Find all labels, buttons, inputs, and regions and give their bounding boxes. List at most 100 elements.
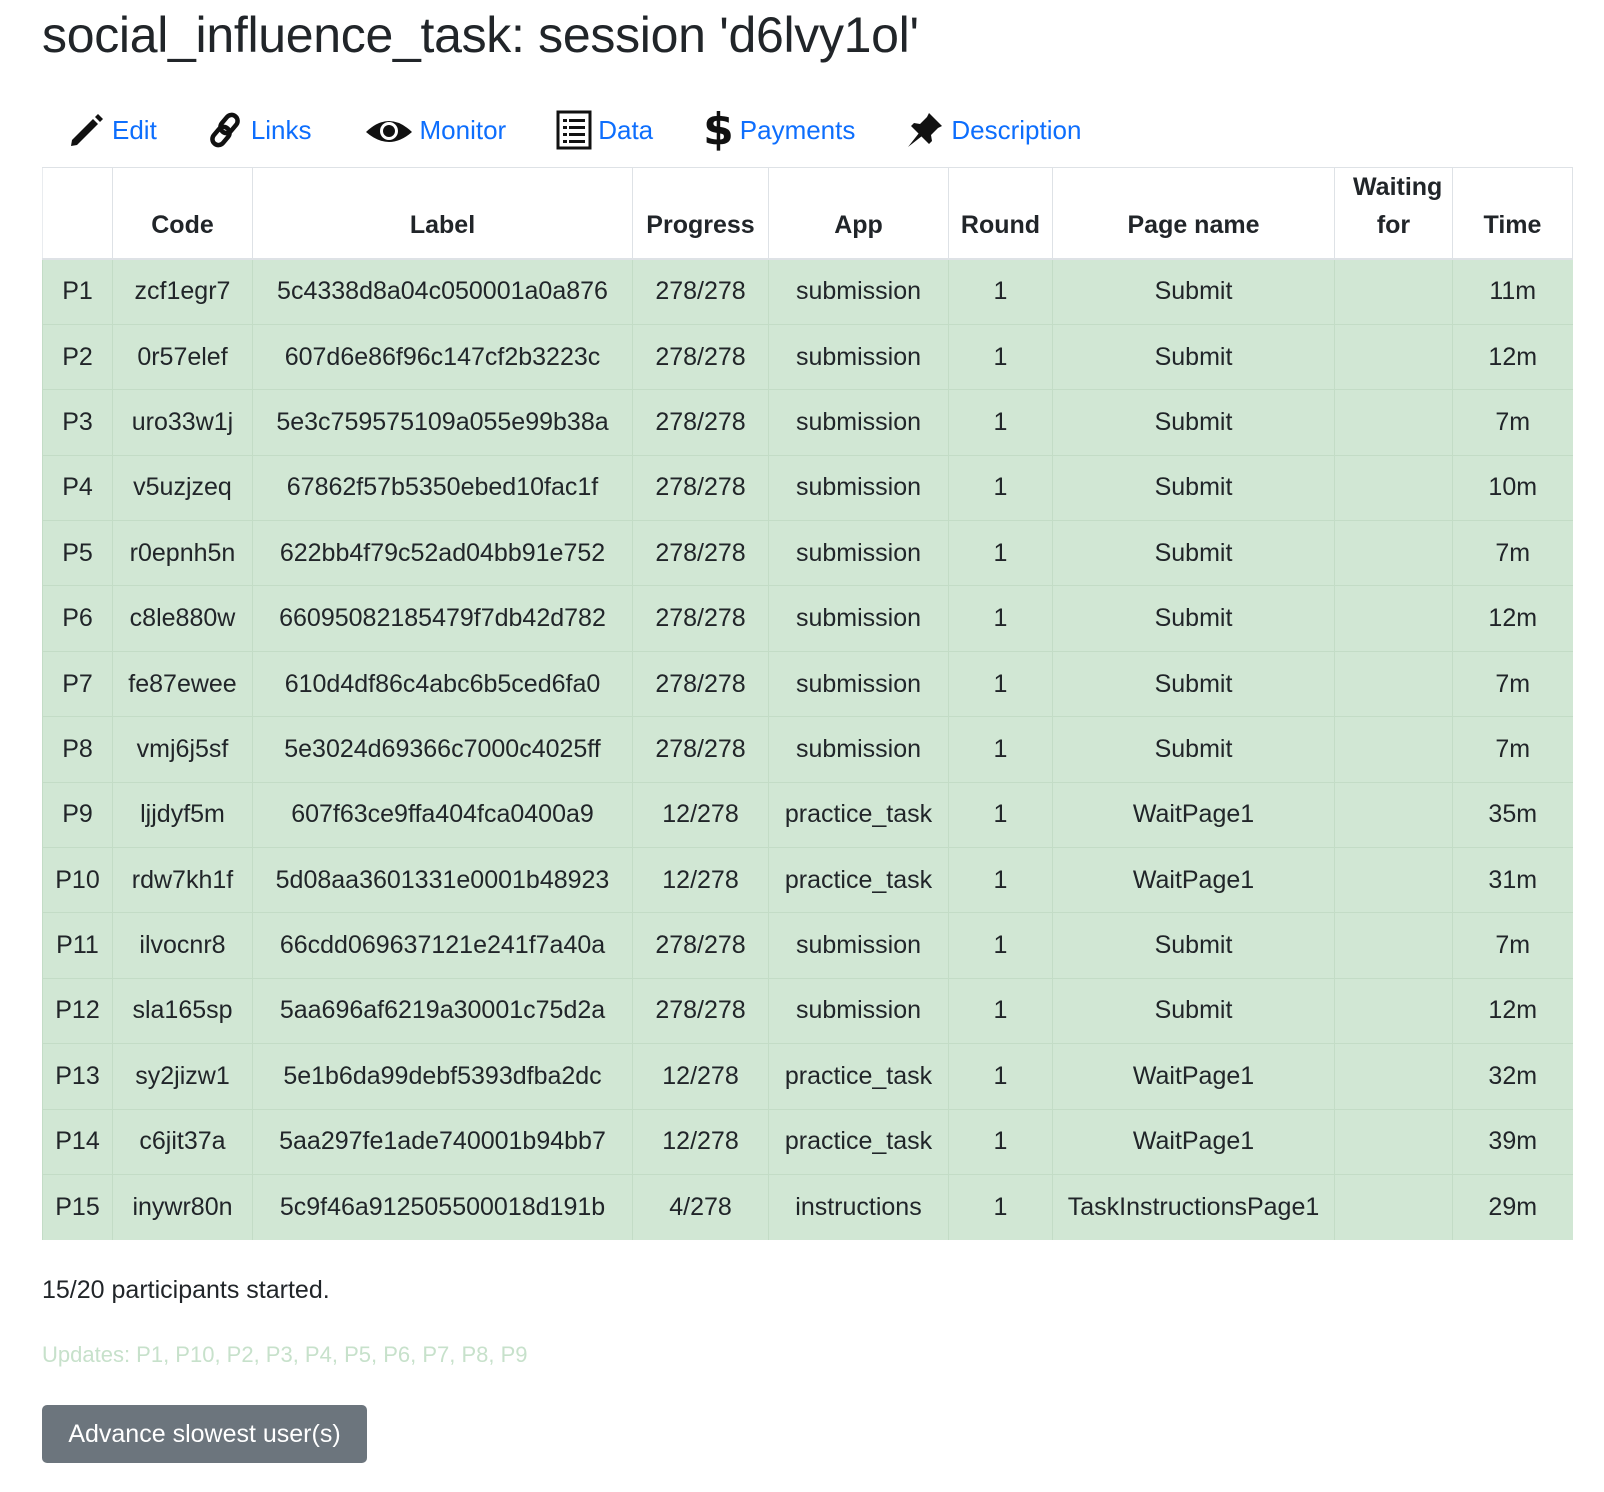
cell-round: 1 <box>948 651 1053 718</box>
cell-app: practice_task <box>768 1109 949 1175</box>
cell-participant-id: P14 <box>42 1109 113 1175</box>
cell-time: 29m <box>1452 1174 1573 1240</box>
cell-time: 10m <box>1452 455 1573 522</box>
table-row: P3 uro33w1j 5e3c759575109a055e99b38a 278/27… <box>42 389 1573 456</box>
table-row: P11 ilvocnr8 66cdd069637121e241f7a40a 278/2… <box>42 912 1573 979</box>
cell-waiting-for <box>1334 1109 1453 1175</box>
cell-page-name: Submit <box>1052 520 1335 587</box>
cell-app: submission <box>768 324 949 391</box>
cell-app: submission <box>768 978 949 1045</box>
cell-waiting-for <box>1334 585 1453 652</box>
cell-page-name: WaitPage1 <box>1052 1109 1335 1175</box>
cell-waiting-for <box>1334 389 1453 456</box>
cell-round: 1 <box>948 324 1053 391</box>
cell-participant-id: P2 <box>42 324 113 391</box>
cell-time: 7m <box>1452 716 1573 783</box>
cell-participant-id: P8 <box>42 716 113 783</box>
nav-payments[interactable]: $ Payments <box>703 104 855 155</box>
cell-round: 1 <box>948 1174 1053 1240</box>
table-row: P14 c6jit37a 5aa297fe1ade740001b94bb7 12/27… <box>42 1109 1573 1175</box>
cell-code: c6jit37a <box>112 1109 253 1175</box>
cell-page-name: Submit <box>1052 259 1335 325</box>
cell-code: ljjdyf5m <box>112 782 253 849</box>
cell-label: 607d6e86f96c147cf2b3223c <box>252 324 633 391</box>
nav-description-label: Description <box>951 114 1082 145</box>
cell-time: 12m <box>1452 585 1573 652</box>
cell-time: 7m <box>1452 389 1573 456</box>
cell-progress: 278/278 <box>632 259 769 325</box>
nav-monitor[interactable]: Monitor <box>364 110 506 150</box>
nav-edit[interactable]: Edit <box>66 110 157 150</box>
cell-progress: 12/278 <box>632 782 769 849</box>
cell-time: 7m <box>1452 651 1573 718</box>
cell-code: sy2jizw1 <box>112 1043 253 1110</box>
cell-page-name: WaitPage1 <box>1052 847 1335 914</box>
cell-code: fe87ewee <box>112 651 253 718</box>
cell-progress: 12/278 <box>632 847 769 914</box>
cell-waiting-for <box>1334 782 1453 849</box>
page-title: social_influence_task: session 'd6lvy1ol… <box>42 7 919 63</box>
cell-progress: 4/278 <box>632 1174 769 1240</box>
table-row: P12 sla165sp 5aa696af6219a30001c75d2a 278/2… <box>42 978 1573 1045</box>
cell-label: 66cdd069637121e241f7a40a <box>252 912 633 979</box>
cell-waiting-for <box>1334 324 1453 391</box>
cell-label: 66095082185479f7db42d782 <box>252 585 633 652</box>
table-row: P1 zcf1egr7 5c4338d8a04c050001a0a876 278/27… <box>42 259 1573 325</box>
advance-slowest-users-button[interactable]: Advance slowest user(s) <box>42 1405 367 1463</box>
table-header-row: Code Label Progress App Round Page name … <box>42 167 1573 260</box>
cell-page-name: WaitPage1 <box>1052 782 1335 849</box>
cell-round: 1 <box>948 847 1053 914</box>
cell-waiting-for <box>1334 847 1453 914</box>
nav-data-label: Data <box>598 114 654 145</box>
table-row: P7 fe87ewee 610d4df86c4abc6b5ced6fa0 278/27… <box>42 651 1573 718</box>
table-row: P6 c8le880w 66095082185479f7db42d782 278/27… <box>42 585 1573 652</box>
col-header-page-name: Page name <box>1052 167 1335 260</box>
cell-participant-id: P10 <box>42 847 113 914</box>
dollar-icon: $ <box>703 104 734 155</box>
cell-round: 1 <box>948 1109 1053 1175</box>
cell-round: 1 <box>948 259 1053 325</box>
cell-progress: 12/278 <box>632 1109 769 1175</box>
cell-progress: 12/278 <box>632 1043 769 1110</box>
cell-page-name: Submit <box>1052 978 1335 1045</box>
col-header-progress: Progress <box>632 167 769 260</box>
nav-edit-label: Edit <box>112 114 157 145</box>
cell-time: 12m <box>1452 324 1573 391</box>
cell-page-name: Submit <box>1052 912 1335 979</box>
cell-participant-id: P4 <box>42 455 113 522</box>
cell-round: 1 <box>948 1043 1053 1110</box>
cell-code: ilvocnr8 <box>112 912 253 979</box>
cell-progress: 278/278 <box>632 585 769 652</box>
cell-waiting-for <box>1334 1043 1453 1110</box>
table-body: P1 zcf1egr7 5c4338d8a04c050001a0a876 278/27… <box>42 259 1573 1240</box>
cell-code: 0r57elef <box>112 324 253 391</box>
cell-app: submission <box>768 389 949 456</box>
col-header-label: Label <box>252 167 633 260</box>
cell-waiting-for <box>1334 520 1453 587</box>
cell-label: 5aa297fe1ade740001b94bb7 <box>252 1109 633 1175</box>
cell-code: rdw7kh1f <box>112 847 253 914</box>
nav-links[interactable]: Links <box>209 110 312 150</box>
cell-time: 31m <box>1452 847 1573 914</box>
cell-round: 1 <box>948 455 1053 522</box>
cell-progress: 278/278 <box>632 716 769 783</box>
cell-label: 5e3024d69366c7000c4025ff <box>252 716 633 783</box>
cell-label: 5d08aa3601331e0001b48923 <box>252 847 633 914</box>
cell-label: 5aa696af6219a30001c75d2a <box>252 978 633 1045</box>
table-row: P15 inywr80n 5c9f46a912505500018d191b 4/278… <box>42 1174 1573 1240</box>
cell-label: 610d4df86c4abc6b5ced6fa0 <box>252 651 633 718</box>
nav-description[interactable]: Description <box>905 110 1081 150</box>
cell-app: submission <box>768 520 949 587</box>
cell-label: 5e3c759575109a055e99b38a <box>252 389 633 456</box>
nav-data[interactable]: Data <box>556 110 653 150</box>
cell-participant-id: P13 <box>42 1043 113 1110</box>
cell-round: 1 <box>948 912 1053 979</box>
table-row: P8 vmj6j5sf 5e3024d69366c7000c4025ff 278/27… <box>42 716 1573 783</box>
cell-app: practice_task <box>768 847 949 914</box>
list-icon <box>556 110 592 150</box>
cell-round: 1 <box>948 520 1053 587</box>
cell-page-name: TaskInstructionsPage1 <box>1052 1174 1335 1240</box>
cell-participant-id: P1 <box>42 259 113 325</box>
cell-participant-id: P15 <box>42 1174 113 1240</box>
table-row: P10 rdw7kh1f 5d08aa3601331e0001b48923 12/27… <box>42 847 1573 914</box>
